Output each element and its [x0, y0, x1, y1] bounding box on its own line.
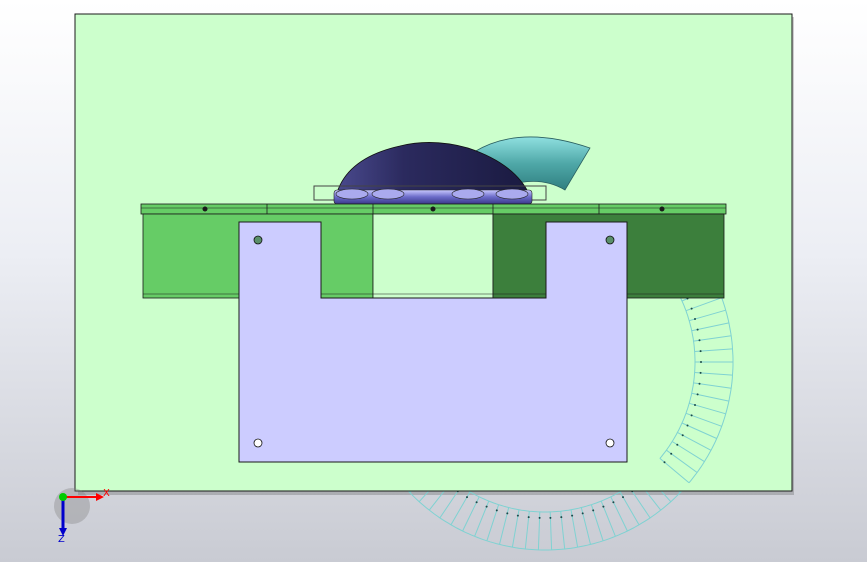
track-rivet: [686, 424, 689, 427]
roller[interactable]: [335, 188, 369, 200]
track-rivet: [676, 443, 679, 446]
roller[interactable]: [371, 188, 405, 200]
z-axis-label: Z: [58, 534, 65, 545]
track-rivet: [622, 496, 624, 499]
track-rivet: [506, 512, 509, 515]
track-rivet: [681, 434, 684, 437]
track-rivet: [516, 514, 519, 517]
bolt-hole: [430, 206, 436, 212]
bolt-hole: [659, 206, 665, 212]
track-rivet: [560, 516, 563, 519]
mounting-hole: [605, 438, 615, 448]
track-rivet: [581, 512, 584, 515]
track-rivet: [698, 382, 701, 385]
track-rivet: [571, 514, 574, 517]
roller[interactable]: [495, 188, 529, 200]
track-rivet: [527, 516, 530, 519]
track-rivet: [696, 328, 699, 331]
beam-opening: [372, 213, 494, 299]
track-rivet: [690, 307, 693, 310]
bolt-hole: [202, 206, 208, 212]
track-rivet: [549, 516, 552, 519]
track-rivet: [700, 361, 702, 363]
track-rivet: [592, 509, 595, 512]
track-rivet: [475, 501, 478, 504]
track-rivet: [495, 509, 498, 512]
track-rivet: [696, 393, 699, 396]
mounting-hole: [253, 438, 263, 448]
track-rivet: [690, 414, 693, 417]
track-rivet: [612, 501, 615, 504]
mounting-hole: [253, 235, 263, 245]
track-rivet: [670, 452, 673, 455]
coordinate-triad-icon[interactable]: X Z: [54, 488, 110, 545]
track-rivet: [663, 461, 666, 464]
track-rivet: [694, 404, 696, 406]
mounting-hole: [605, 235, 615, 245]
roller-group[interactable]: [333, 188, 533, 205]
x-axis-label: X: [103, 488, 110, 499]
triad-shadow: [54, 488, 90, 524]
track-rivet: [466, 496, 468, 499]
track-rivet: [485, 505, 488, 508]
cad-model-view[interactable]: X Z: [0, 0, 867, 562]
track-rivet: [698, 339, 701, 342]
track-rivet: [699, 371, 702, 374]
y-axis-origin: [59, 493, 67, 501]
track-rivet: [699, 350, 702, 353]
track-rivet: [538, 516, 541, 519]
roller[interactable]: [451, 188, 485, 200]
cad-viewport[interactable]: X Z: [0, 0, 867, 562]
track-rivet: [694, 318, 696, 320]
track-rivet: [602, 505, 605, 508]
